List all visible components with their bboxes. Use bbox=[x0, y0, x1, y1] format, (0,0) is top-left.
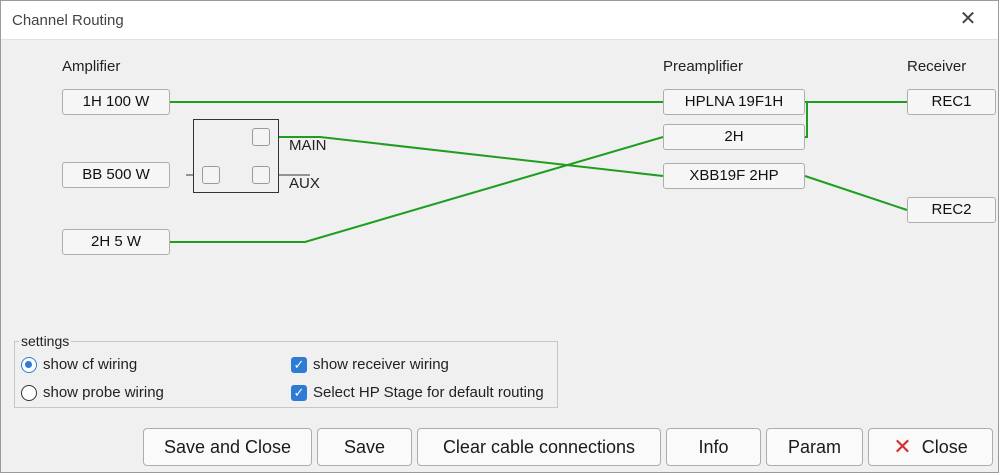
input-port[interactable] bbox=[202, 166, 220, 184]
aux-label: AUX bbox=[289, 175, 320, 192]
receiver-heading: Receiver bbox=[907, 58, 967, 75]
title-bar: Channel Routing ✕ bbox=[1, 1, 998, 40]
show-cf-wiring-label: show cf wiring bbox=[43, 356, 138, 373]
select-hp-stage-option[interactable]: ✓ Select HP Stage for default routing bbox=[291, 384, 544, 401]
amplifier-1h-100w[interactable]: 1H 100 W bbox=[62, 89, 170, 115]
receiver-rec2[interactable]: REC2 bbox=[907, 197, 996, 223]
amplifier-2h-5w[interactable]: 2H 5 W bbox=[62, 229, 170, 255]
settings-legend: settings bbox=[21, 333, 70, 349]
preamplifier-2h[interactable]: 2H bbox=[663, 124, 805, 150]
info-button[interactable]: Info bbox=[666, 428, 761, 466]
radio-unselected-icon[interactable] bbox=[21, 384, 37, 401]
checkbox-checked-icon[interactable]: ✓ bbox=[291, 356, 307, 373]
amplifier-heading: Amplifier bbox=[62, 58, 121, 75]
show-receiver-wiring-label: show receiver wiring bbox=[313, 356, 449, 373]
close-label: Close bbox=[921, 436, 968, 457]
save-label: Save bbox=[343, 436, 386, 457]
save-button[interactable]: Save bbox=[317, 428, 412, 466]
radio-selected-icon[interactable] bbox=[21, 356, 37, 373]
param-label: Param bbox=[787, 436, 841, 457]
channel-switch-box bbox=[193, 119, 279, 193]
close-button[interactable]: ✕ Close bbox=[868, 428, 993, 466]
clear-cable-connections-button[interactable]: Clear cable connections bbox=[417, 428, 661, 466]
show-receiver-wiring-option[interactable]: ✓ show receiver wiring bbox=[291, 356, 449, 373]
param-button[interactable]: Param bbox=[766, 428, 863, 466]
checkbox-checked-icon[interactable]: ✓ bbox=[291, 384, 307, 401]
select-hp-stage-label: Select HP Stage for default routing bbox=[313, 384, 544, 401]
clear-label: Clear cable connections bbox=[442, 436, 636, 457]
info-label: Info bbox=[698, 436, 729, 457]
preamplifier-heading: Preamplifier bbox=[663, 58, 744, 75]
close-x-icon: ✕ bbox=[893, 434, 912, 459]
preamplifier-xbb19f-2hp[interactable]: XBB19F 2HP bbox=[663, 163, 805, 189]
aux-output-port[interactable] bbox=[252, 166, 270, 184]
receiver-rec1[interactable]: REC1 bbox=[907, 89, 996, 115]
amplifier-bb-500w[interactable]: BB 500 W bbox=[62, 162, 170, 188]
close-icon[interactable]: ✕ bbox=[948, 4, 988, 34]
show-probe-wiring-label: show probe wiring bbox=[43, 384, 164, 401]
save-and-close-button[interactable]: Save and Close bbox=[143, 428, 312, 466]
show-cf-wiring-option[interactable]: show cf wiring bbox=[21, 356, 137, 373]
show-probe-wiring-option[interactable]: show probe wiring bbox=[21, 384, 164, 401]
main-output-port[interactable] bbox=[252, 128, 270, 146]
preamplifier-hplna-19f1h[interactable]: HPLNA 19F1H bbox=[663, 89, 805, 115]
main-label: MAIN bbox=[289, 137, 327, 154]
save-and-close-label: Save and Close bbox=[163, 436, 292, 457]
window-title: Channel Routing bbox=[12, 12, 124, 29]
